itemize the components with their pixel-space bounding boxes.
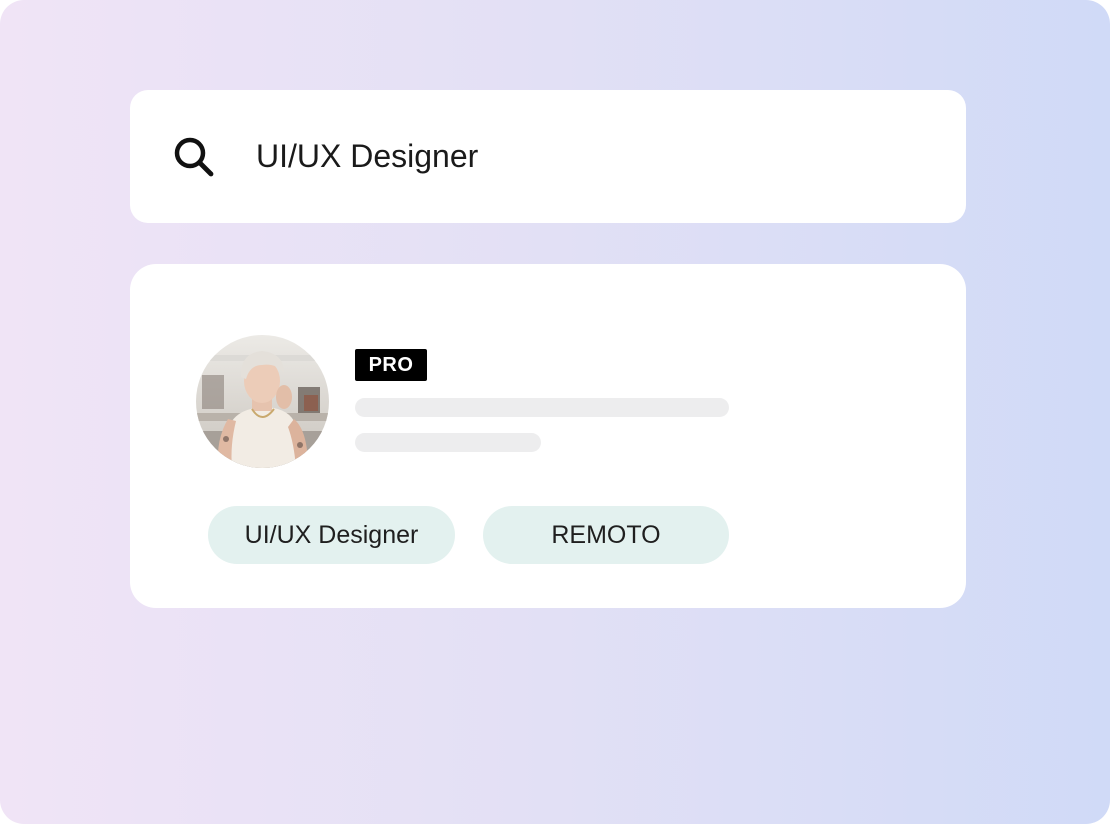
tag-remote[interactable]: REMOTO xyxy=(483,506,729,564)
search-input[interactable]: UI/UX Designer xyxy=(256,134,478,178)
skeleton-line-subtitle xyxy=(355,433,541,452)
pro-badge: PRO xyxy=(355,349,427,381)
search-icon[interactable] xyxy=(170,134,218,182)
background-canvas: UI/UX Designer PRO UI/UX Designer REMOTO xyxy=(0,0,1110,824)
avatar[interactable] xyxy=(196,335,329,468)
tag-role[interactable]: UI/UX Designer xyxy=(208,506,455,564)
avatar-photo xyxy=(196,335,329,468)
skeleton-line-name xyxy=(355,398,729,417)
